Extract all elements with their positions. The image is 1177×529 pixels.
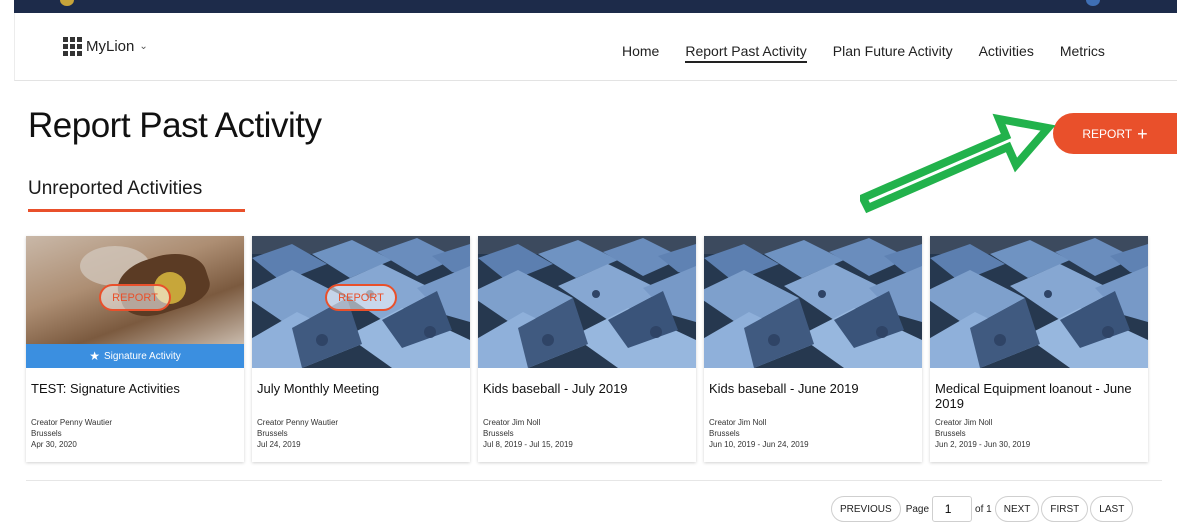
app-grid-icon (63, 37, 82, 56)
previous-button[interactable]: PREVIOUS (831, 496, 901, 522)
nav-home[interactable]: Home (622, 43, 659, 63)
hands-photo: REPORT ★ Signature Activity (26, 236, 244, 368)
brand-name: MyLion (86, 38, 135, 55)
card-title: Kids baseball - June 2019 (709, 381, 859, 396)
avatar-icon (1086, 0, 1100, 6)
page-title: Report Past Activity (28, 106, 322, 145)
card-title: Kids baseball - July 2019 (483, 381, 628, 396)
card-title: Medical Equipment loanout - June 2019 (935, 381, 1132, 411)
star-icon: ★ (89, 349, 101, 363)
card-location: Brussels (257, 429, 288, 438)
tents-photo (478, 236, 696, 368)
card-creator: Creator Jim Noll (483, 418, 541, 427)
top-navbar: MyLion ⌄ Home Report Past Activity Plan … (14, 13, 1177, 81)
badge-icon (60, 0, 74, 6)
top-strip (14, 0, 1177, 13)
pagination: PREVIOUS Page of 1 NEXT FIRST LAST (831, 496, 1135, 522)
plus-icon: + (1137, 123, 1148, 144)
next-button[interactable]: NEXT (994, 496, 1040, 522)
card-date: Jul 24, 2019 (257, 440, 301, 449)
card-location: Brussels (31, 429, 62, 438)
page-number-input[interactable] (932, 496, 973, 522)
section-underline (28, 209, 245, 212)
page-count-label: of 1 (975, 503, 992, 515)
card-title: July Monthly Meeting (257, 381, 380, 396)
main-nav: Home Report Past Activity Plan Future Ac… (622, 43, 1131, 63)
nav-plan-future-activity[interactable]: Plan Future Activity (833, 43, 953, 63)
card-location: Brussels (709, 429, 740, 438)
activity-card[interactable]: REPORT July Monthly Meeting Creator Penn… (252, 236, 470, 462)
report-button-label: REPORT (1082, 126, 1133, 141)
card-date: Jun 10, 2019 - Jun 24, 2019 (709, 440, 809, 449)
signature-label: Signature Activity (104, 350, 181, 362)
activity-card[interactable]: Kids baseball - June 2019 Creator Jim No… (704, 236, 922, 462)
signature-banner: ★ Signature Activity (26, 344, 244, 368)
page-label: Page (905, 503, 930, 515)
card-creator: Creator Penny Wautier (257, 418, 339, 427)
report-badge[interactable]: REPORT (325, 284, 397, 311)
tents-photo (930, 236, 1148, 368)
card-location: Brussels (935, 429, 966, 438)
brand-menu[interactable]: MyLion ⌄ (63, 37, 148, 56)
tents-photo (704, 236, 922, 368)
card-title: TEST: Signature Activities (31, 381, 180, 396)
chevron-down-icon: ⌄ (139, 41, 148, 52)
activity-card[interactable]: REPORT ★ Signature Activity TEST: Signat… (26, 236, 244, 462)
nav-activities[interactable]: Activities (979, 43, 1034, 63)
card-creator: Creator Penny Wautier (31, 418, 113, 427)
card-date: Apr 30, 2020 (31, 440, 77, 449)
tents-photo: REPORT (252, 236, 470, 368)
card-location: Brussels (483, 429, 514, 438)
card-creator: Creator Jim Noll (709, 418, 767, 427)
first-button[interactable]: FIRST (1041, 496, 1089, 522)
nav-metrics[interactable]: Metrics (1060, 43, 1105, 63)
card-date: Jun 2, 2019 - Jun 30, 2019 (935, 440, 1031, 449)
card-date: Jul 8, 2019 - Jul 15, 2019 (483, 440, 573, 449)
annotation-arrow-icon (860, 113, 1056, 214)
report-badge[interactable]: REPORT (99, 284, 171, 311)
section-title: Unreported Activities (28, 178, 203, 199)
pagination-divider (26, 480, 1162, 481)
report-button[interactable]: REPORT + (1053, 113, 1177, 154)
card-creator: Creator Jim Noll (935, 418, 993, 427)
activity-card[interactable]: Kids baseball - July 2019 Creator Jim No… (478, 236, 696, 462)
nav-report-past-activity[interactable]: Report Past Activity (685, 43, 807, 63)
last-button[interactable]: LAST (1090, 496, 1134, 522)
activity-card[interactable]: Medical Equipment loanout - June 2019 Cr… (930, 236, 1148, 462)
